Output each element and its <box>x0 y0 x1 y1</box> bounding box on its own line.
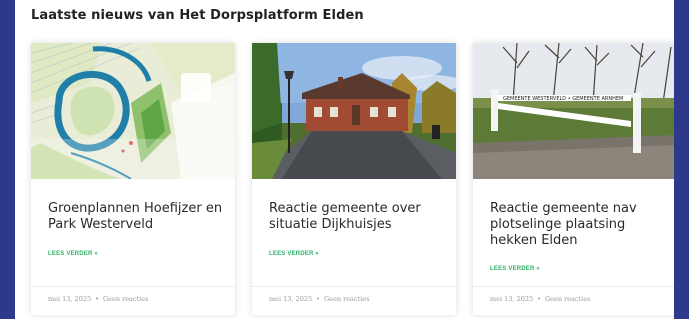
post-date: mei 13, 2025 <box>490 295 534 303</box>
news-card[interactable]: GEMEENTE WESTERVELD • GEMEENTE ARNHEM Re… <box>473 43 674 315</box>
read-more-link[interactable]: LEES VERDER » <box>48 251 98 257</box>
post-date: mei 13, 2025 <box>269 295 313 303</box>
gate-sign-text: GEMEENTE WESTERVELD • GEMEENTE ARNHEM <box>503 96 623 102</box>
comment-count[interactable]: Geen reacties <box>545 295 590 303</box>
card-divider <box>252 286 456 287</box>
section-title: Laatste nieuws van Het Dorpsplatform Eld… <box>31 8 364 23</box>
card-divider <box>473 286 674 287</box>
map-image[interactable] <box>31 43 235 179</box>
news-card[interactable]: Reactie gemeente over situatie Dijkhuisj… <box>252 43 456 315</box>
comment-count[interactable]: Geen reacties <box>103 295 148 303</box>
card-meta: mei 13, 2025 • Geen reacties <box>269 295 369 303</box>
read-more-link[interactable]: LEES VERDER » <box>490 266 540 272</box>
houses-photo[interactable] <box>252 43 456 179</box>
read-more-link[interactable]: LEES VERDER » <box>269 251 319 257</box>
card-title[interactable]: Reactie gemeente nav plotselinge plaatsi… <box>490 201 665 249</box>
meta-separator: • <box>537 295 541 303</box>
comment-count[interactable]: Geen reacties <box>324 295 369 303</box>
gate-photo[interactable]: GEMEENTE WESTERVELD • GEMEENTE ARNHEM <box>473 43 674 179</box>
news-card[interactable]: Groenplannen Hoefijzer en Park Westervel… <box>31 43 235 315</box>
card-meta: mei 13, 2025 • Geen reacties <box>48 295 148 303</box>
meta-separator: • <box>316 295 320 303</box>
card-title[interactable]: Reactie gemeente over situatie Dijkhuisj… <box>269 201 444 233</box>
card-title[interactable]: Groenplannen Hoefijzer en Park Westervel… <box>48 201 223 233</box>
meta-separator: • <box>95 295 99 303</box>
news-panel: Laatste nieuws van Het Dorpsplatform Eld… <box>15 0 674 319</box>
card-meta: mei 13, 2025 • Geen reacties <box>490 295 590 303</box>
card-divider <box>31 286 235 287</box>
post-date: mei 13, 2025 <box>48 295 92 303</box>
